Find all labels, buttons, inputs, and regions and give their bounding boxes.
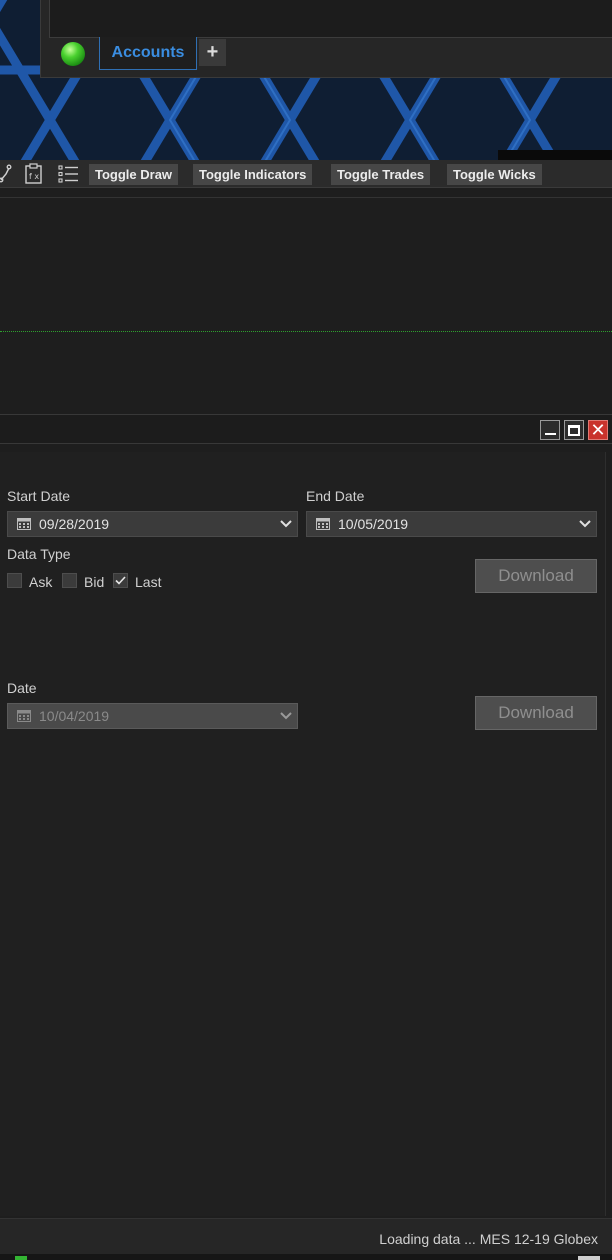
app-window: Accounts + f x Toggle Draw Toggle Indica… [0,0,612,1260]
accounts-grid [49,0,612,38]
start-date-value: 09/28/2019 [39,516,110,532]
maximize-icon [568,424,580,436]
add-tab-button[interactable]: + [199,39,226,66]
list-icon[interactable] [57,163,79,185]
end-date-value: 10/05/2019 [338,516,409,532]
maximize-button[interactable] [564,420,584,440]
status-text: Loading data ... MES 12-19 Globex [379,1231,598,1247]
last-checkbox[interactable] [113,573,128,588]
dialog-titlebar: ✕ [0,414,612,444]
toggle-wicks-button[interactable]: Toggle Wicks [447,164,542,185]
checkmark-icon [115,576,126,585]
data-type-label: Data Type [7,546,71,562]
connection-status-icon [61,42,85,66]
chart-divider [0,197,612,198]
minimize-icon [544,433,556,435]
minimize-button[interactable] [540,420,560,440]
end-date-label: End Date [306,488,365,504]
calendar-icon [17,518,31,530]
chevron-down-icon [574,511,596,537]
chart-canvas[interactable] [0,188,612,414]
close-icon: ✕ [590,420,606,440]
date-picker[interactable]: 10/04/2019 [7,703,298,729]
ask-checkbox[interactable] [7,573,22,588]
start-date-label: Start Date [7,488,71,504]
toggle-trades-button[interactable]: Toggle Trades [331,164,431,185]
close-button[interactable]: ✕ [588,420,608,440]
download-date-button[interactable]: Download [475,696,597,730]
chevron-down-icon [275,511,297,537]
accounts-panel: Accounts + [40,0,612,78]
price-level-line [0,331,612,332]
chart-toolbar: f x Toggle Draw Toggle Indicators Toggle… [0,160,612,188]
toggle-indicators-button[interactable]: Toggle Indicators [193,164,313,185]
taskbar-strip [0,1254,612,1260]
calendar-icon [316,518,330,530]
historical-data-dialog: Start Date 09/28/2019 End Date 10/05/201… [0,452,606,1216]
bid-label: Bid [84,574,105,590]
draw-line-icon[interactable] [0,163,14,185]
download-range-button[interactable]: Download [475,559,597,593]
panel-edge [498,150,612,160]
indicator-formula-icon[interactable]: f x [23,163,45,185]
ask-label: Ask [29,574,53,590]
chevron-down-icon [275,703,297,729]
toggle-draw-button[interactable]: Toggle Draw [89,164,179,185]
connection-indicator [15,1256,27,1260]
end-date-picker[interactable]: 10/05/2019 [306,511,597,537]
status-bar: Loading data ... MES 12-19 Globex [0,1218,612,1254]
date-value: 10/04/2019 [39,708,110,724]
taskbar-item[interactable] [578,1256,600,1260]
start-date-picker[interactable]: 09/28/2019 [7,511,298,537]
tab-accounts[interactable]: Accounts [99,37,197,70]
svg-text:f x: f x [29,172,39,181]
date-label: Date [7,680,37,696]
calendar-icon [17,710,31,722]
last-label: Last [135,574,162,590]
bid-checkbox[interactable] [62,573,77,588]
